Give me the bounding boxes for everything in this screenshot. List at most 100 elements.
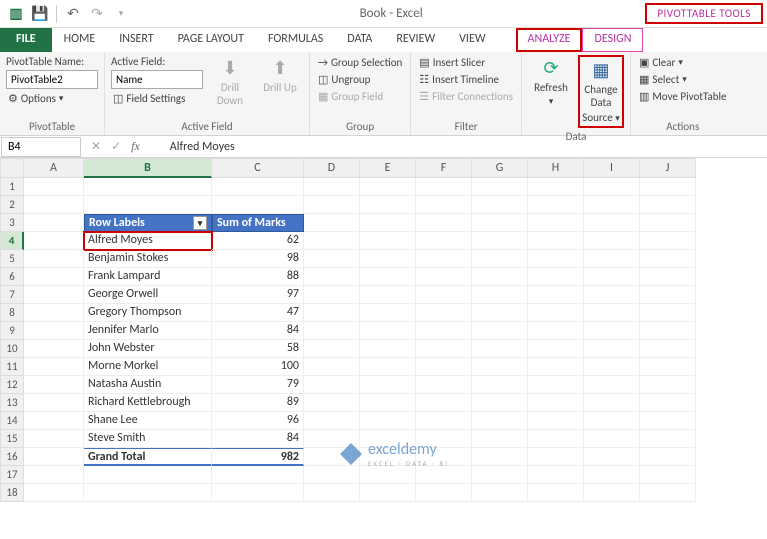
cell-B17[interactable] [84, 466, 212, 484]
cell-D9[interactable] [304, 322, 360, 340]
cell-J7[interactable] [640, 286, 696, 304]
drill-down-button[interactable]: ⬇Drill Down [207, 55, 253, 109]
cell-C8[interactable]: 47 [212, 304, 304, 322]
cell-H12[interactable] [528, 376, 584, 394]
cell-H1[interactable] [528, 178, 584, 196]
cell-J12[interactable] [640, 376, 696, 394]
cell-I7[interactable] [584, 286, 640, 304]
cell-J5[interactable] [640, 250, 696, 268]
cell-D8[interactable] [304, 304, 360, 322]
cell-H16[interactable] [528, 448, 584, 466]
cell-D10[interactable] [304, 340, 360, 358]
cell-D2[interactable] [304, 196, 360, 214]
cell-I8[interactable] [584, 304, 640, 322]
cell-C18[interactable] [212, 484, 304, 502]
cell-J10[interactable] [640, 340, 696, 358]
ungroup-button[interactable]: ◫Ungroup [316, 72, 404, 87]
cell-D13[interactable] [304, 394, 360, 412]
column-header-G[interactable]: G [472, 158, 528, 178]
cell-H11[interactable] [528, 358, 584, 376]
row-header[interactable]: 18 [0, 484, 24, 502]
cell-G7[interactable] [472, 286, 528, 304]
formula-value[interactable]: Alfred Moyes [150, 140, 235, 154]
cell-J11[interactable] [640, 358, 696, 376]
cell-G1[interactable] [472, 178, 528, 196]
row-header[interactable]: 3 [0, 214, 24, 232]
cell-C17[interactable] [212, 466, 304, 484]
cell-G13[interactable] [472, 394, 528, 412]
cell-I2[interactable] [584, 196, 640, 214]
cell-F11[interactable] [416, 358, 472, 376]
cell-J9[interactable] [640, 322, 696, 340]
tab-review[interactable]: REVIEW [384, 28, 447, 52]
cell-I18[interactable] [584, 484, 640, 502]
cell-F13[interactable] [416, 394, 472, 412]
tab-formulas[interactable]: FORMULAS [256, 28, 335, 52]
cell-C1[interactable] [212, 178, 304, 196]
cell-D18[interactable] [304, 484, 360, 502]
cell-G15[interactable] [472, 430, 528, 448]
cell-C3[interactable]: Sum of Marks [212, 214, 304, 232]
cell-D11[interactable] [304, 358, 360, 376]
options-button[interactable]: ⚙Options▾ [6, 91, 98, 106]
cell-G14[interactable] [472, 412, 528, 430]
cell-B9[interactable]: Jennifer Marlo [84, 322, 212, 340]
tab-design[interactable]: DESIGN [582, 28, 643, 52]
cell-I11[interactable] [584, 358, 640, 376]
row-header[interactable]: 7 [0, 286, 24, 304]
row-header[interactable]: 9 [0, 322, 24, 340]
row-header[interactable]: 11 [0, 358, 24, 376]
cell-I4[interactable] [584, 232, 640, 250]
cell-J16[interactable] [640, 448, 696, 466]
insert-slicer-button[interactable]: ▤Insert Slicer [417, 55, 515, 70]
cell-G12[interactable] [472, 376, 528, 394]
cell-F1[interactable] [416, 178, 472, 196]
row-header[interactable]: 8 [0, 304, 24, 322]
cell-F8[interactable] [416, 304, 472, 322]
select-all-corner[interactable] [0, 158, 24, 178]
cell-H6[interactable] [528, 268, 584, 286]
cell-E2[interactable] [360, 196, 416, 214]
cell-E18[interactable] [360, 484, 416, 502]
row-header[interactable]: 13 [0, 394, 24, 412]
column-header-H[interactable]: H [528, 158, 584, 178]
redo-icon[interactable]: ↷ [87, 4, 107, 24]
cell-B14[interactable]: Shane Lee [84, 412, 212, 430]
row-header[interactable]: 14 [0, 412, 24, 430]
cell-C11[interactable]: 100 [212, 358, 304, 376]
cell-J17[interactable] [640, 466, 696, 484]
cell-C4[interactable]: 62 [212, 232, 304, 250]
cell-I13[interactable] [584, 394, 640, 412]
cell-F17[interactable] [416, 466, 472, 484]
cell-B16[interactable]: Grand Total [84, 448, 212, 466]
cell-G8[interactable] [472, 304, 528, 322]
cell-G10[interactable] [472, 340, 528, 358]
cell-J3[interactable] [640, 214, 696, 232]
drill-up-button[interactable]: ⬆Drill Up [257, 55, 303, 96]
cell-C9[interactable]: 84 [212, 322, 304, 340]
cell-J14[interactable] [640, 412, 696, 430]
cell-H8[interactable] [528, 304, 584, 322]
row-header[interactable]: 15 [0, 430, 24, 448]
cell-C16[interactable]: 982 [212, 448, 304, 466]
cell-H7[interactable] [528, 286, 584, 304]
column-header-C[interactable]: C [212, 158, 304, 178]
column-header-I[interactable]: I [584, 158, 640, 178]
group-selection-button[interactable]: →Group Selection [316, 55, 404, 70]
cell-E8[interactable] [360, 304, 416, 322]
cell-A9[interactable] [24, 322, 84, 340]
cell-E17[interactable] [360, 466, 416, 484]
cell-C15[interactable]: 84 [212, 430, 304, 448]
cell-B2[interactable] [84, 196, 212, 214]
tab-analyze[interactable]: ANALYZE [516, 28, 583, 52]
cell-I5[interactable] [584, 250, 640, 268]
cell-A11[interactable] [24, 358, 84, 376]
cell-C7[interactable]: 97 [212, 286, 304, 304]
activefield-input[interactable] [111, 70, 203, 89]
cell-B1[interactable] [84, 178, 212, 196]
dropdown-icon[interactable]: ▾ [193, 216, 207, 230]
cell-I16[interactable] [584, 448, 640, 466]
cell-D5[interactable] [304, 250, 360, 268]
cell-F4[interactable] [416, 232, 472, 250]
cell-E7[interactable] [360, 286, 416, 304]
